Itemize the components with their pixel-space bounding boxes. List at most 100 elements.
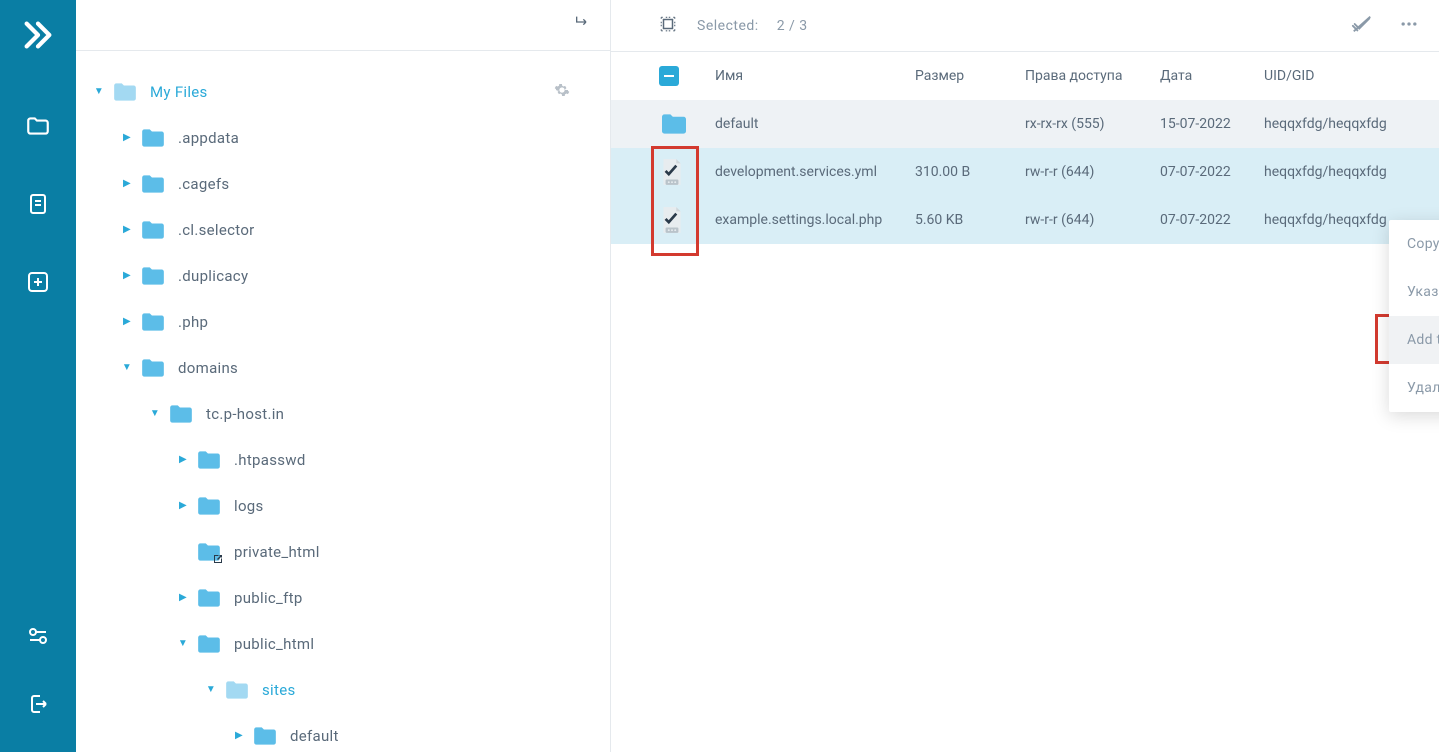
tree-item[interactable]: ▶ .php [86, 299, 600, 345]
tree-label: default [290, 727, 339, 745]
chevron-down-icon[interactable]: ▼ [120, 362, 134, 373]
more-icon[interactable] [1399, 14, 1419, 38]
folder-tree: ▼ My Files ▶.appdata▶.cagefs▶.cl.selecto… [76, 51, 610, 752]
tree-label: .cagefs [178, 175, 229, 193]
cell-date: 15-07-2022 [1160, 116, 1264, 132]
table-body: defaultrx-rx-rx (555)15-07-2022heqqxfdg/… [611, 100, 1439, 244]
chevron-down-icon[interactable]: ▼ [148, 408, 162, 419]
cell-date: 07-07-2022 [1160, 212, 1264, 228]
deselect-icon[interactable] [1351, 13, 1373, 39]
tree-item[interactable]: ▶ .cl.selector [86, 207, 600, 253]
folder-icon [659, 112, 715, 136]
chevron-right-icon[interactable]: ▶ [176, 454, 190, 465]
tree-label: My Files [150, 83, 208, 101]
file-icon [659, 157, 715, 187]
files-icon[interactable] [18, 106, 58, 146]
tree-item[interactable]: ▶ .duplicacy [86, 253, 600, 299]
app-logo[interactable] [21, 18, 55, 56]
select-all-icon[interactable] [659, 15, 677, 37]
selected-count: 2 / 3 [777, 18, 808, 34]
tree-label: domains [178, 359, 238, 377]
folder-icon [252, 725, 278, 747]
chevron-right-icon[interactable]: ▶ [176, 592, 190, 603]
tree-item[interactable]: ▶private_html [86, 529, 600, 575]
chevron-down-icon[interactable]: ▼ [92, 86, 106, 97]
chevron-right-icon[interactable]: ▶ [120, 270, 134, 281]
gear-icon[interactable] [554, 82, 570, 102]
chevron-right-icon[interactable]: ▶ [120, 178, 134, 189]
chevron-right-icon[interactable]: ▶ [120, 224, 134, 235]
main-panel: Selected: 2 / 3 Имя Размер Права доступа… [611, 0, 1439, 752]
tree-label: public_ftp [234, 589, 303, 607]
sidebar: ▼ My Files ▶.appdata▶.cagefs▶.cl.selecto… [76, 0, 611, 752]
file-icon [659, 205, 715, 235]
chevron-down-icon[interactable]: ▼ [176, 638, 190, 649]
chevron-right-icon[interactable]: ▶ [232, 730, 246, 741]
context-menu: Copy/Move to...Указать права доступаAdd … [1389, 220, 1439, 412]
tree-item[interactable]: ▶.appdata [86, 115, 600, 161]
cell-uid: heqqxfdg/heqqxfdg [1264, 164, 1419, 180]
context-menu-item[interactable]: Указать права доступа [1389, 268, 1439, 316]
tree-label: private_html [234, 543, 320, 561]
tree-label: sites [262, 681, 296, 699]
cell-perm: rx-rx-rx (555) [1025, 116, 1160, 132]
context-menu-item[interactable]: Copy/Move to... [1389, 220, 1439, 268]
tree-item[interactable]: ▶logs [86, 483, 600, 529]
folder-icon [140, 219, 166, 241]
col-name[interactable]: Имя [715, 68, 915, 84]
table-row[interactable]: default rx-rx-rx (555)15-07-2022heqqxfdg/… [611, 100, 1439, 148]
folder-icon [140, 357, 166, 379]
add-icon[interactable] [18, 262, 58, 302]
folder-icon [196, 587, 222, 609]
cell-date: 07-07-2022 [1160, 164, 1264, 180]
tree-label: .php [178, 313, 208, 331]
chevron-right-icon[interactable]: ▶ [176, 500, 190, 511]
chevron-right-icon[interactable]: ▶ [120, 132, 134, 143]
col-size[interactable]: Размер [915, 68, 1025, 84]
tree-item[interactable]: ▼ public_html [86, 621, 600, 667]
folder-icon [196, 541, 222, 563]
app-root: ▼ My Files ▶.appdata▶.cagefs▶.cl.selecto… [0, 0, 1439, 752]
tree-item[interactable]: ▶ default [86, 713, 600, 752]
settings-icon[interactable] [18, 616, 58, 656]
chevron-right-icon[interactable]: ▶ [120, 316, 134, 327]
tree-item[interactable]: ▶ public_ftp [86, 575, 600, 621]
col-uid[interactable]: UID/GID [1264, 68, 1419, 84]
nav-rail [0, 0, 76, 752]
tree-label: .duplicacy [178, 267, 248, 285]
cell-name: development.services.yml [715, 164, 915, 180]
table-row[interactable]: example.settings.local.php5.60 KBrw-r-r … [611, 196, 1439, 244]
cell-uid: heqqxfdg/heqqxfdg [1264, 116, 1419, 132]
cell-perm: rw-r-r (644) [1025, 164, 1160, 180]
col-perm[interactable]: Права доступа [1025, 68, 1160, 84]
logout-icon[interactable] [18, 684, 58, 724]
tree-item[interactable]: ▶ .cagefs [86, 161, 600, 207]
folder-icon [168, 403, 194, 425]
cell-size: 5.60 KB [915, 212, 1025, 228]
folder-icon [140, 311, 166, 333]
folder-icon [196, 633, 222, 655]
folder-icon [140, 127, 166, 149]
context-menu-item[interactable]: Удалить [1389, 364, 1439, 412]
tree-item[interactable]: ▼tc.p-host.in [86, 391, 600, 437]
tree-item[interactable]: ▶.htpasswd [86, 437, 600, 483]
col-date[interactable]: Дата [1160, 68, 1264, 84]
cell-perm: rw-r-r (644) [1025, 212, 1160, 228]
tree-item[interactable]: ▼ domains [86, 345, 600, 391]
tree-label: .cl.selector [178, 221, 255, 239]
context-menu-item[interactable]: Add to archive [1389, 316, 1439, 364]
table-row[interactable]: development.services.yml310.00 Brw-r-r (… [611, 148, 1439, 196]
document-icon[interactable] [18, 184, 58, 224]
header-checkbox[interactable] [659, 66, 679, 86]
cell-name: example.settings.local.php [715, 212, 915, 228]
tree-item[interactable]: ▼ sites [86, 667, 600, 713]
chevron-down-icon[interactable]: ▼ [204, 684, 218, 695]
cell-name: default [715, 116, 915, 132]
tree-label: public_html [234, 635, 314, 653]
toolbar: Selected: 2 / 3 [611, 0, 1439, 52]
tree-root[interactable]: ▼ My Files [86, 69, 600, 115]
table-header: Имя Размер Права доступа Дата UID/GID [611, 52, 1439, 100]
cell-size: 310.00 B [915, 164, 1025, 180]
folder-icon [112, 81, 138, 103]
enter-icon[interactable] [574, 14, 590, 35]
